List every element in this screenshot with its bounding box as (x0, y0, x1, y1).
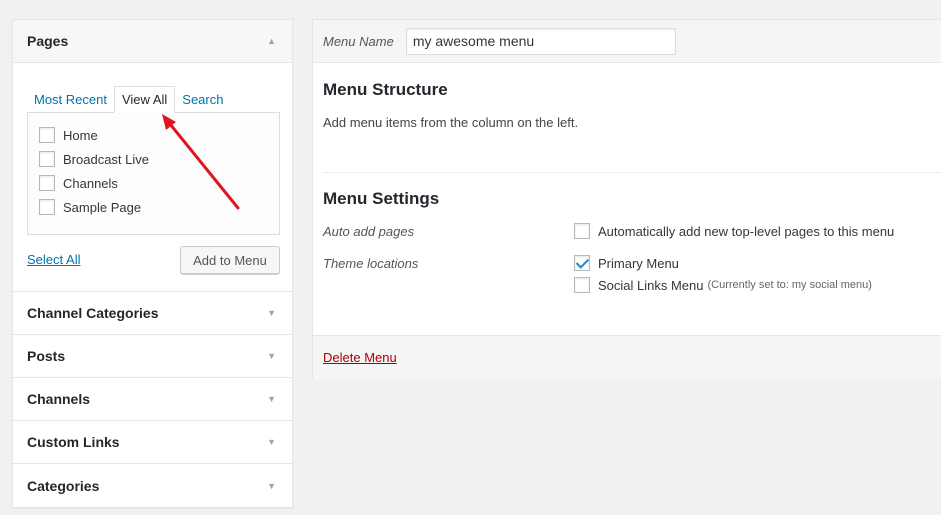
page-label: Sample Page (63, 199, 142, 215)
pages-box-body: Most Recent View All Search Home Broadca… (13, 63, 292, 292)
list-item: Channels (28, 171, 279, 195)
menu-name-input[interactable] (405, 27, 676, 55)
expand-arrow-icon[interactable]: ▼ (267, 437, 276, 447)
expand-arrow-icon[interactable]: ▼ (267, 351, 276, 361)
collapse-arrow-icon[interactable]: ▲ (267, 36, 276, 46)
location-row-social: Social Links Menu (Currently set to: my … (574, 277, 872, 293)
tab-search[interactable]: Search (175, 86, 230, 113)
menu-structure-title: Menu Structure (323, 80, 448, 99)
page-checkbox-sample-page[interactable] (39, 199, 55, 215)
delete-menu-link[interactable]: Delete Menu (323, 350, 397, 365)
list-item: Broadcast Live (28, 147, 279, 171)
menu-edit-panel: Menu Name Menu Structure Add menu items … (312, 19, 941, 379)
auto-add-label: Auto add pages (323, 224, 415, 239)
menu-items-accordion: Pages ▲ Most Recent View All Search Home… (12, 19, 293, 508)
tab-most-recent[interactable]: Most Recent (27, 86, 114, 113)
divider (323, 172, 941, 173)
expand-arrow-icon[interactable]: ▼ (267, 308, 276, 318)
view-all-panel: Home Broadcast Live Channels Sample Page (27, 112, 280, 235)
theme-locations-label: Theme locations (323, 256, 419, 271)
location-label: Social Links Menu (598, 277, 704, 293)
posts-box-header[interactable]: Posts ▼ (13, 335, 292, 378)
auto-add-row: Automatically add new top-level pages to… (574, 223, 894, 239)
menu-footer: Delete Menu (313, 335, 941, 379)
page-checkbox-home[interactable] (39, 127, 55, 143)
categories-box-header[interactable]: Categories ▼ (13, 464, 292, 507)
box-title: Custom Links (27, 434, 120, 450)
location-note: (Currently set to: my social menu) (707, 279, 872, 291)
pages-box-title: Pages (27, 33, 69, 49)
menu-name-label: Menu Name (323, 33, 394, 49)
expand-arrow-icon[interactable]: ▼ (267, 394, 276, 404)
page-label: Channels (63, 175, 118, 191)
menu-structure-description: Add menu items from the column on the le… (323, 115, 579, 130)
channel-categories-box-header[interactable]: Channel Categories ▼ (13, 292, 292, 335)
pages-tabs: Most Recent View All Search (27, 86, 230, 113)
tab-view-all[interactable]: View All (113, 86, 176, 113)
box-title: Categories (27, 477, 100, 494)
pages-box-header[interactable]: Pages ▲ (13, 20, 292, 63)
social-links-menu-checkbox[interactable] (574, 277, 590, 293)
location-row-primary: Primary Menu (574, 255, 679, 271)
menu-settings-title: Menu Settings (323, 189, 440, 208)
primary-menu-checkbox[interactable] (574, 255, 590, 271)
list-item: Sample Page (28, 195, 279, 219)
page-checkbox-channels[interactable] (39, 175, 55, 191)
auto-add-text: Automatically add new top-level pages to… (598, 223, 895, 239)
box-title: Posts (27, 348, 66, 364)
add-to-menu-button[interactable]: Add to Menu (180, 246, 280, 274)
location-label: Primary Menu (598, 255, 679, 271)
menu-header: Menu Name (313, 20, 941, 63)
box-title: Channels (27, 391, 91, 407)
select-all-link[interactable]: Select All (27, 252, 80, 267)
auto-add-checkbox[interactable] (574, 223, 590, 239)
box-title: Channel Categories (27, 305, 159, 321)
channels-box-header[interactable]: Channels ▼ (13, 378, 292, 421)
page-label: Home (63, 127, 98, 143)
page-label: Broadcast Live (63, 151, 149, 167)
list-item: Home (28, 123, 279, 147)
expand-arrow-icon[interactable]: ▼ (267, 481, 276, 491)
page-checkbox-broadcast-live[interactable] (39, 151, 55, 167)
custom-links-box-header[interactable]: Custom Links ▼ (13, 421, 292, 464)
